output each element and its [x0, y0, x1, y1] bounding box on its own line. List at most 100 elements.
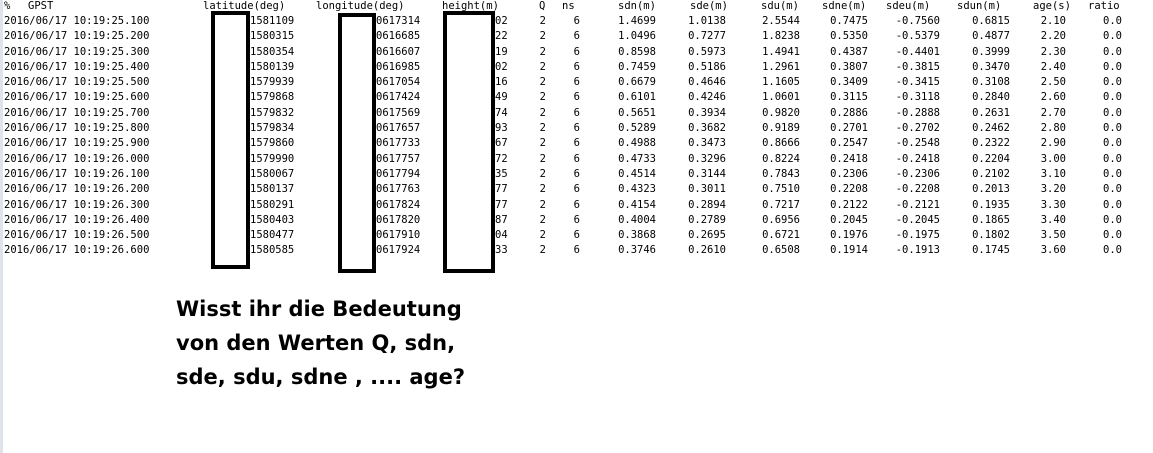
cell-sdu: 2.5544 [762, 15, 800, 27]
cell-sdun: 0.4877 [972, 30, 1010, 43]
cell-latitude: 1580315 [250, 30, 295, 43]
cell-longitude: 0617763 [376, 183, 421, 196]
redaction-box-height [443, 11, 495, 273]
cell-sdun: 0.3470 [972, 60, 1010, 73]
redaction-box-latitude [211, 11, 250, 269]
cell-ns: 6 [573, 137, 580, 150]
cell-latitude: 1580137 [250, 183, 295, 196]
cell-sdun: 0.1802 [972, 229, 1010, 242]
cell-sdne: 0.5350 [830, 30, 868, 43]
cell-sdn: 0.4154 [618, 198, 656, 211]
cell-ns: 6 [573, 229, 580, 242]
header-sdne: sdne(m) [822, 0, 867, 12]
cell-longitude: 0617424 [376, 91, 421, 104]
cell-age: 2.30 [1040, 45, 1066, 58]
question-line-2: von den Werten Q, sdn, [176, 331, 456, 355]
cell-sde: 0.2789 [688, 213, 726, 226]
cell-latitude: 1580585 [250, 244, 295, 257]
cell-latitude: 1580477 [250, 229, 295, 242]
cell-gpst: 2016/06/17 10:19:26.400 [4, 213, 150, 226]
cell-sdeu: -0.4401 [895, 45, 940, 58]
cell-q: 2 [539, 106, 546, 119]
cell-age: 2.50 [1040, 76, 1066, 89]
cell-sdun: 0.1745 [972, 244, 1010, 257]
cell-longitude: 0617820 [376, 213, 421, 226]
table-row: 2016/06/17 10:19:26.100 1580067 0617794 35 2… [0, 167, 1122, 182]
cell-q: 2 [539, 60, 546, 73]
cell-ratio: 0.0 [1103, 229, 1122, 242]
cell-ns: 6 [573, 213, 580, 226]
cell-sdn: 0.4988 [618, 137, 656, 150]
cell-height: 72 [495, 152, 508, 165]
cell-age: 2.80 [1040, 122, 1066, 135]
cell-age: 3.20 [1040, 183, 1066, 196]
cell-sde: 0.3296 [688, 152, 726, 165]
cell-sdn: 0.4514 [618, 167, 656, 180]
cell-gpst: 2016/06/17 10:19:26.000 [4, 152, 150, 165]
cell-sdu: 0.8666 [762, 137, 800, 150]
cell-height: 02 [495, 15, 508, 27]
cell-age: 3.00 [1040, 152, 1066, 165]
cell-sdu: 0.7843 [762, 167, 800, 180]
cell-height: 87 [495, 213, 508, 226]
header-q: Q [539, 0, 546, 12]
table-row: 2016/06/17 10:19:25.900 1579860 0617733 67 2… [0, 136, 1122, 151]
cell-longitude: 0617757 [376, 152, 421, 165]
cell-sde: 0.7277 [688, 30, 726, 43]
cell-age: 2.90 [1040, 137, 1066, 150]
cell-age: 3.60 [1040, 244, 1066, 257]
cell-ratio: 0.0 [1103, 76, 1122, 89]
cell-sdne: 0.2886 [830, 106, 868, 119]
cell-ratio: 0.0 [1103, 183, 1122, 196]
cell-height: 35 [495, 167, 508, 180]
cell-longitude: 0617657 [376, 122, 421, 135]
cell-q: 2 [539, 229, 546, 242]
cell-sdun: 0.3999 [972, 45, 1010, 58]
table-row: 2016/06/17 10:19:25.100 1581109 0617314 02 2… [0, 14, 1122, 29]
cell-sdeu: -0.7560 [895, 15, 940, 27]
cell-age: 2.70 [1040, 106, 1066, 119]
header-longitude: longitude(deg) [316, 0, 405, 12]
cell-age: 2.40 [1040, 60, 1066, 73]
cell-ns: 6 [573, 76, 580, 89]
cell-q: 2 [539, 15, 546, 27]
cell-ns: 6 [573, 30, 580, 43]
cell-sdu: 0.9189 [762, 122, 800, 135]
cell-gpst: 2016/06/17 10:19:26.300 [4, 198, 150, 211]
header-sde: sde(m) [690, 0, 728, 12]
header-percent: % [4, 0, 11, 12]
cell-sdne: 0.4387 [830, 45, 868, 58]
cell-sdu: 0.9820 [762, 106, 800, 119]
question-annotation: Wisst ihr die Bedeutung von den Werten Q… [176, 292, 465, 394]
cell-q: 2 [539, 167, 546, 180]
cell-sdun: 0.2322 [972, 137, 1010, 150]
cell-sdun: 0.1935 [972, 198, 1010, 211]
cell-age: 2.10 [1040, 15, 1066, 27]
cell-gpst: 2016/06/17 10:19:25.100 [4, 15, 150, 27]
cell-longitude: 0616685 [376, 30, 421, 43]
cell-height: 16 [495, 76, 508, 89]
cell-q: 2 [539, 122, 546, 135]
table-row: 2016/06/17 10:19:26.000 1579990 0617757 72 2… [0, 152, 1122, 167]
cell-sdun: 0.2840 [972, 91, 1010, 104]
cell-longitude: 0617924 [376, 244, 421, 257]
cell-longitude: 0617569 [376, 106, 421, 119]
cell-sdne: 0.3807 [830, 60, 868, 73]
cell-sde: 0.4646 [688, 76, 726, 89]
cell-latitude: 1579834 [250, 122, 295, 135]
cell-q: 2 [539, 244, 546, 257]
cell-sdne: 0.2045 [830, 213, 868, 226]
cell-ns: 6 [573, 122, 580, 135]
cell-ns: 6 [573, 45, 580, 58]
header-sdu: sdu(m) [761, 0, 799, 12]
cell-sdne: 0.1976 [830, 229, 868, 242]
cell-ratio: 0.0 [1103, 198, 1122, 211]
cell-q: 2 [539, 137, 546, 150]
cell-sdun: 0.2631 [972, 106, 1010, 119]
header-sdn: sdn(m) [618, 0, 656, 12]
cell-sdun: 0.2462 [972, 122, 1010, 135]
cell-ns: 6 [573, 106, 580, 119]
cell-sdn: 0.8598 [618, 45, 656, 58]
cell-sdeu: -0.1975 [895, 229, 940, 242]
cell-sdeu: -0.2888 [895, 106, 940, 119]
